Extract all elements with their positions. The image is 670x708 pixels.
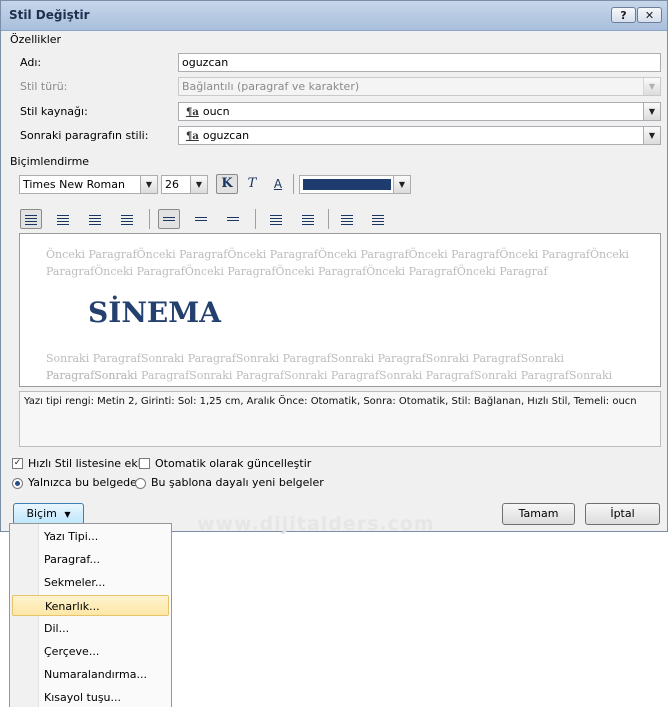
align-right-icon xyxy=(89,215,101,225)
linked-style-icon: ¶a xyxy=(186,131,199,142)
chevron-down-icon[interactable]: ▼ xyxy=(190,176,207,193)
menu-item-font[interactable]: Yazı Tipi... xyxy=(12,526,169,547)
toolbar-separator xyxy=(255,209,256,229)
bold-button[interactable]: K xyxy=(216,174,238,194)
title-bar: Stil Değiştir ? ✕ xyxy=(1,1,667,31)
font-color-swatch xyxy=(303,179,391,190)
format-button[interactable]: Biçim ▼ xyxy=(13,503,84,525)
menu-item-language[interactable]: Dil... xyxy=(12,618,169,639)
menu-item-border[interactable]: Kenarlık... xyxy=(12,595,169,616)
linked-style-icon: ¶a xyxy=(186,107,199,118)
justify-icon xyxy=(121,215,133,225)
based-on-label: Stil kaynağı: xyxy=(20,105,88,118)
align-center-button[interactable] xyxy=(52,209,74,229)
next-style-value: oguzcan xyxy=(202,129,250,142)
decrease-paragraph-spacing-icon xyxy=(302,215,314,225)
menu-item-paragraph[interactable]: Paragraf... xyxy=(12,549,169,570)
italic-button[interactable]: T xyxy=(241,174,263,194)
next-style-label: Sonraki paragrafın stili: xyxy=(20,129,149,142)
align-center-icon xyxy=(57,215,69,225)
name-input[interactable]: oguzcan xyxy=(178,53,661,72)
next-style-select[interactable]: ¶a oguzcan ▼ xyxy=(178,126,661,145)
preview-before-line-1: Önceki ParagrafÖnceki ParagrafÖnceki Par… xyxy=(46,248,629,261)
double-spacing-button[interactable] xyxy=(222,209,244,229)
style-type-value: Bağlantılı (paragraf ve karakter) xyxy=(182,80,360,93)
properties-group-label: Özellikler xyxy=(10,33,62,46)
double-spacing-icon xyxy=(227,217,239,223)
toolbar-separator xyxy=(149,209,150,229)
only-this-document-label[interactable]: Yalnızca bu belgede xyxy=(28,476,137,489)
style-type-select: Bağlantılı (paragraf ve karakter) ▼ xyxy=(178,77,661,96)
decrease-indent-button[interactable] xyxy=(336,209,358,229)
toolbar-separator xyxy=(328,209,329,229)
font-size-select[interactable]: 26 ▼ xyxy=(161,175,208,194)
font-value: Times New Roman xyxy=(23,178,125,191)
menu-item-numbering[interactable]: Numaralandırma... xyxy=(12,664,169,685)
one-half-spacing-icon xyxy=(195,217,207,223)
preview-after-line-2: ParagrafSonraki ParagrafSonraki Paragraf… xyxy=(46,369,613,382)
caret-down-icon: ▼ xyxy=(64,510,71,519)
only-this-document-radio[interactable] xyxy=(12,478,23,489)
toolbar-separator xyxy=(293,174,294,194)
based-on-select[interactable]: ¶a oucn ▼ xyxy=(178,102,661,121)
single-spacing-button[interactable] xyxy=(158,209,180,229)
decrease-paragraph-spacing-button[interactable] xyxy=(297,209,319,229)
font-select[interactable]: Times New Roman ▼ xyxy=(19,175,158,194)
style-type-label: Stil türü: xyxy=(20,80,68,93)
chevron-down-icon[interactable]: ▼ xyxy=(643,127,660,144)
font-size-value: 26 xyxy=(165,178,179,191)
align-left-button[interactable] xyxy=(20,209,42,229)
chevron-down-icon[interactable]: ▼ xyxy=(643,103,660,120)
modify-style-dialog: Stil Değiştir ? ✕ Özellikler Adı: oguzca… xyxy=(0,0,668,535)
template-documents-label[interactable]: Bu şablona dayalı yeni belgeler xyxy=(151,476,324,489)
auto-update-checkbox[interactable] xyxy=(139,458,150,469)
watermark: www.dijitalders.com xyxy=(197,513,435,535)
chevron-down-icon[interactable]: ▼ xyxy=(393,176,410,193)
format-menu: Yazı Tipi... Paragraf... Sekmeler... Ken… xyxy=(9,523,172,707)
auto-update-label[interactable]: Otomatik olarak güncelleştir xyxy=(155,457,311,470)
increase-paragraph-spacing-button[interactable] xyxy=(265,209,287,229)
format-button-label: Biçim xyxy=(26,507,57,520)
one-half-spacing-button[interactable] xyxy=(190,209,212,229)
menu-item-frame[interactable]: Çerçeve... xyxy=(12,641,169,662)
increase-indent-button[interactable] xyxy=(367,209,389,229)
close-button[interactable]: ✕ xyxy=(637,7,662,23)
template-documents-radio[interactable] xyxy=(135,478,146,489)
decrease-indent-icon xyxy=(341,215,353,225)
help-button[interactable]: ? xyxy=(611,7,636,23)
dialog-title: Stil Değiştir xyxy=(9,8,90,22)
single-spacing-icon xyxy=(163,217,175,223)
style-preview: Önceki ParagrafÖnceki ParagrafÖnceki Par… xyxy=(19,233,661,387)
align-left-icon xyxy=(25,215,37,225)
chevron-down-icon: ▼ xyxy=(643,78,660,95)
style-description: Yazı tipi rengi: Metin 2, Girinti: Sol: … xyxy=(19,391,661,447)
based-on-value: oucn xyxy=(202,105,230,118)
align-right-button[interactable] xyxy=(84,209,106,229)
menu-item-tabs[interactable]: Sekmeler... xyxy=(12,572,169,593)
quick-style-label[interactable]: Hızlı Stil listesine ekle xyxy=(28,457,148,470)
ok-button[interactable]: Tamam xyxy=(502,503,575,525)
chevron-down-icon[interactable]: ▼ xyxy=(140,176,157,193)
increase-indent-icon xyxy=(372,215,384,225)
preview-sample-text: SİNEMA xyxy=(88,296,221,329)
preview-before-line-2: ParagrafÖnceki ParagrafÖnceki ParagrafÖn… xyxy=(46,265,548,278)
formatting-group-label: Biçimlendirme xyxy=(10,155,90,168)
increase-paragraph-spacing-icon xyxy=(270,215,282,225)
cancel-button[interactable]: İptal xyxy=(585,503,660,525)
font-color-select[interactable]: ▼ xyxy=(299,175,411,194)
quick-style-checkbox[interactable]: ✓ xyxy=(12,458,23,469)
name-label: Adı: xyxy=(20,56,42,69)
menu-item-shortcut-key[interactable]: Kısayol tuşu... xyxy=(12,687,169,708)
underline-button[interactable]: A xyxy=(267,174,289,194)
justify-button[interactable] xyxy=(116,209,138,229)
